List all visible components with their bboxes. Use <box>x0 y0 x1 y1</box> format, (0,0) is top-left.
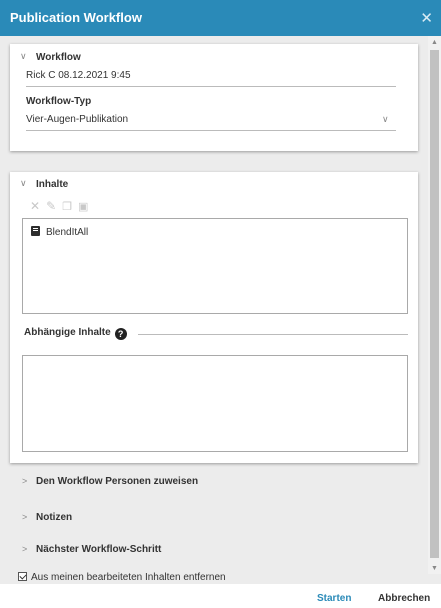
section-assign-persons[interactable]: > Den Workflow Personen zuweisen <box>22 476 198 487</box>
chevron-right-icon: > <box>22 476 28 486</box>
section-label: Nächster Workflow-Schritt <box>36 544 162 555</box>
contents-toolbar: ✕ ✎ ❐ ▣ <box>30 199 94 213</box>
checkbox-label: Aus meinen bearbeiteten Inhalten entfern… <box>31 572 226 582</box>
chevron-down-icon[interactable]: ∨ <box>20 51 27 62</box>
workflow-heading: Workflow <box>36 52 81 63</box>
chevron-right-icon: > <box>22 544 28 554</box>
document-icon <box>31 226 40 236</box>
chevron-right-icon: > <box>22 512 28 522</box>
contents-card: ∨ Inhalte BlendItAll Abhängige Inhalte? <box>10 172 418 463</box>
list-item-label: BlendItAll <box>46 227 89 238</box>
contents-heading: Inhalte <box>36 179 69 190</box>
dialog-footer: Starten Abbrechen <box>0 584 441 608</box>
chevron-down-icon[interactable]: ∨ <box>382 114 389 125</box>
list-item[interactable]: BlendItAll <box>31 226 88 238</box>
edit-icon[interactable]: ✎ <box>46 199 56 213</box>
dependent-contents-label: Abhängige Inhalte? <box>24 327 127 340</box>
delete-icon[interactable]: ✕ <box>30 199 40 213</box>
scroll-down-arrow-icon[interactable]: ▼ <box>431 565 438 572</box>
workflow-name-underline <box>26 86 396 87</box>
contents-list[interactable]: BlendItAll <box>22 218 408 314</box>
chevron-down-icon[interactable]: ∨ <box>20 178 27 189</box>
dialog-title-bar: Publication Workflow ✕ <box>0 0 441 36</box>
scroll-up-arrow-icon[interactable]: ▲ <box>431 39 438 46</box>
section-next-step[interactable]: > Nächster Workflow-Schritt <box>22 544 161 555</box>
dependent-contents-list[interactable] <box>22 355 408 452</box>
dependent-divider <box>138 334 408 335</box>
scrollbar[interactable]: ▲ ▼ <box>428 36 441 574</box>
close-icon[interactable]: ✕ <box>420 9 433 27</box>
workflow-type-label: Workflow-Typ <box>26 96 92 107</box>
remove-checkbox[interactable] <box>18 572 27 581</box>
help-icon[interactable]: ? <box>114 328 127 340</box>
remove-from-edited-option[interactable]: Aus meinen bearbeiteten Inhalten entfern… <box>18 572 226 582</box>
workflow-card: ∨ Workflow Rick C 08.12.2021 9:45 Workfl… <box>10 44 418 151</box>
dialog-content: ∨ Workflow Rick C 08.12.2021 9:45 Workfl… <box>0 36 428 574</box>
workflow-type-select[interactable]: Vier-Augen-Publikation <box>26 114 128 125</box>
start-button[interactable]: Starten <box>317 593 351 604</box>
dependent-contents-text: Abhängige Inhalte <box>24 327 111 338</box>
workflow-type-underline <box>26 130 396 131</box>
scroll-thumb[interactable] <box>430 50 439 558</box>
section-notes[interactable]: > Notizen <box>22 512 72 523</box>
section-label: Den Workflow Personen zuweisen <box>36 476 199 487</box>
workflow-name-field[interactable]: Rick C 08.12.2021 9:45 <box>26 70 131 81</box>
cancel-button[interactable]: Abbrechen <box>378 593 430 604</box>
section-label: Notizen <box>36 512 73 523</box>
dialog-title: Publication Workflow <box>10 10 142 25</box>
paste-icon[interactable]: ▣ <box>78 200 88 213</box>
copy-icon[interactable]: ❐ <box>62 200 72 213</box>
